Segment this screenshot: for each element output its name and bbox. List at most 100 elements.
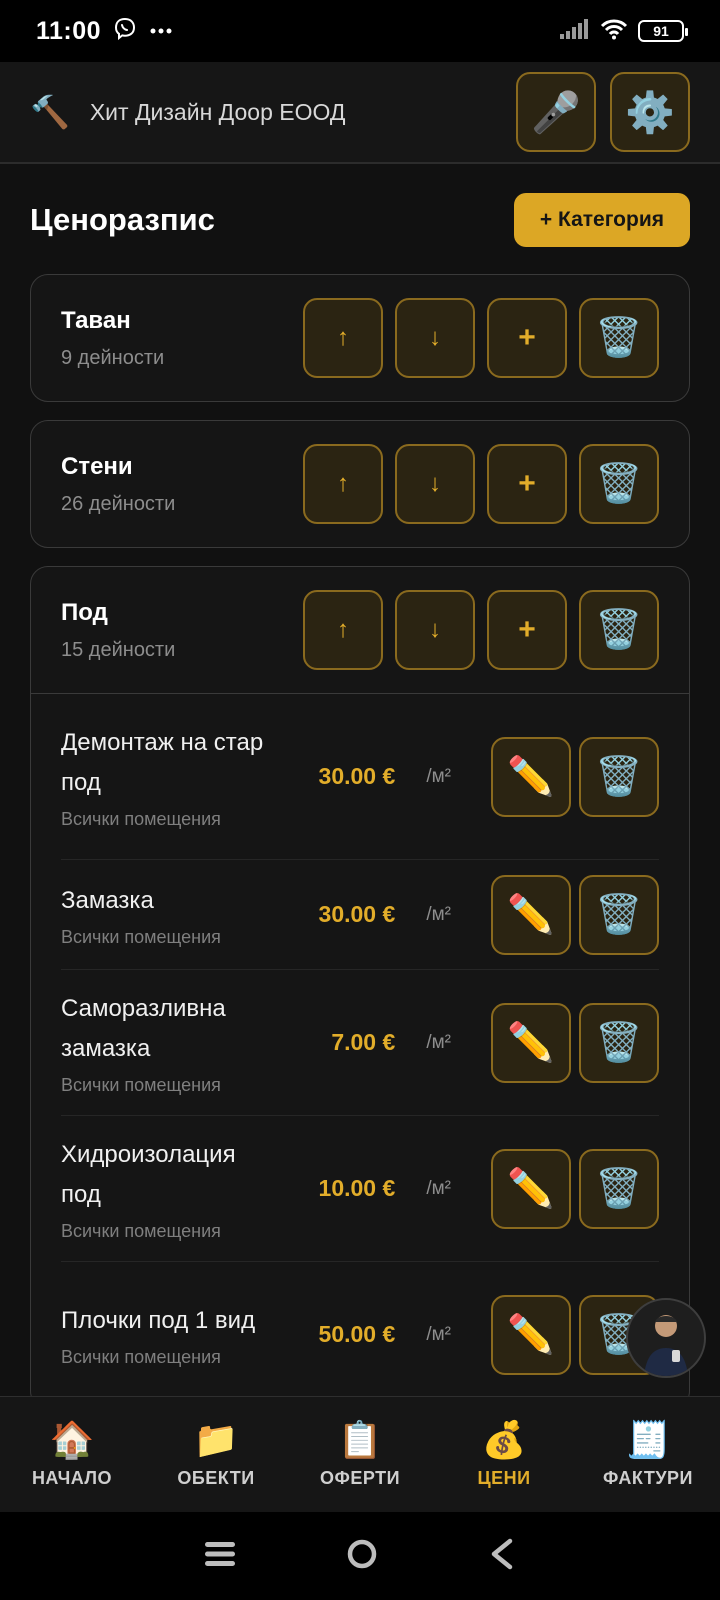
home-circle-icon[interactable]	[346, 1538, 378, 1575]
category-name: Стени	[61, 452, 133, 480]
delete-item-button[interactable]: 🗑️	[579, 1002, 659, 1083]
category-header[interactable]: Таван 9 дейности ↑ ↓ + 🗑️	[31, 275, 689, 401]
item-name: Саморазливна замазка	[61, 995, 226, 1062]
company-name[interactable]: Хит Дизайн Доор ЕООД	[90, 99, 346, 126]
list-item: Саморазливна замазка Всички помещения 7.…	[61, 970, 659, 1116]
nav-prices[interactable]: 💰 ЦЕНИ	[432, 1397, 576, 1512]
nav-label: ЦЕНИ	[477, 1468, 531, 1488]
gear-icon: ⚙️	[625, 90, 675, 135]
move-up-button[interactable]: ↑	[303, 298, 383, 378]
move-up-button[interactable]: ↑	[303, 444, 383, 524]
move-down-button[interactable]: ↓	[395, 444, 475, 524]
pencil-icon: ✏️	[507, 1167, 555, 1210]
microphone-icon: 🎤	[531, 90, 581, 135]
settings-button[interactable]: ⚙️	[610, 72, 690, 152]
trash-icon: 🗑️	[595, 609, 643, 651]
category-header[interactable]: Стени 26 дейности ↑ ↓ + 🗑️	[31, 421, 689, 547]
clipboard-icon: 📋	[337, 1419, 383, 1460]
edit-item-button[interactable]: ✏️	[491, 1294, 571, 1375]
trash-icon: 🗑️	[595, 317, 643, 359]
item-scope: Всички помещения	[61, 1221, 221, 1241]
move-down-button[interactable]: ↓	[395, 590, 475, 670]
category-name: Таван	[61, 306, 131, 334]
folder-icon: 📁	[193, 1419, 239, 1460]
pencil-icon: ✏️	[507, 1313, 555, 1356]
page-title: Ценоразпис	[30, 202, 215, 237]
arrow-up-icon: ↑	[337, 470, 349, 497]
category-header[interactable]: Под 15 дейности ↑ ↓ + 🗑️	[31, 567, 689, 693]
item-scope: Всички помещения	[61, 809, 221, 829]
receipt-icon: 🧾	[625, 1419, 671, 1460]
status-time: 11:00	[36, 16, 102, 45]
edit-item-button[interactable]: ✏️	[491, 736, 571, 817]
viber-icon	[113, 17, 137, 46]
category-count: 15 дейности	[61, 638, 176, 661]
item-unit: /м²	[426, 1177, 451, 1199]
item-unit: /м²	[426, 765, 451, 787]
nav-label: ОФЕРТИ	[319, 1468, 401, 1488]
delete-category-button[interactable]: 🗑️	[579, 298, 659, 378]
more-dots-icon	[149, 22, 173, 40]
signal-icon	[560, 18, 590, 44]
item-name: Демонтаж на стар под	[61, 729, 264, 796]
add-item-button[interactable]: +	[487, 298, 567, 378]
battery-level: 91	[653, 23, 669, 39]
item-name: Плочки под 1 вид	[61, 1307, 256, 1334]
item-price: 30.00 €	[318, 901, 396, 927]
delete-item-button[interactable]: 🗑️	[579, 1148, 659, 1229]
back-icon[interactable]	[488, 1538, 516, 1575]
list-item: Плочки под 1 вид Всички помещения 50.00 …	[61, 1262, 659, 1396]
trash-icon: 🗑️	[595, 463, 643, 505]
person-icon	[644, 1315, 688, 1376]
microphone-button[interactable]: 🎤	[516, 72, 596, 152]
pencil-icon: ✏️	[507, 1021, 555, 1064]
category-card: Таван 9 дейности ↑ ↓ + 🗑️	[30, 274, 690, 402]
item-unit: /м²	[426, 1323, 451, 1345]
trash-icon: 🗑️	[595, 1167, 643, 1210]
trash-icon: 🗑️	[595, 755, 643, 798]
nav-label: ФАКТУРИ	[603, 1468, 693, 1488]
pencil-icon: ✏️	[507, 755, 555, 798]
plus-icon: +	[518, 321, 536, 354]
delete-item-button[interactable]: 🗑️	[579, 736, 659, 817]
item-name: Хидроизолация под	[61, 1141, 236, 1208]
move-up-button[interactable]: ↑	[303, 590, 383, 670]
delete-category-button[interactable]: 🗑️	[579, 590, 659, 670]
delete-item-button[interactable]: 🗑️	[579, 874, 659, 955]
delete-category-button[interactable]: 🗑️	[579, 444, 659, 524]
item-price: 10.00 €	[318, 1175, 396, 1201]
category-count: 26 дейности	[61, 492, 176, 515]
item-list: Демонтаж на стар под Всички помещения 30…	[31, 693, 689, 1396]
nav-offers[interactable]: 📋 ОФЕРТИ	[288, 1397, 432, 1512]
item-price: 30.00 €	[318, 763, 396, 789]
move-down-button[interactable]: ↓	[395, 298, 475, 378]
item-price: 7.00 €	[331, 1029, 396, 1055]
edit-item-button[interactable]: ✏️	[491, 1002, 571, 1083]
price-list-content[interactable]: Ценоразпис + Категория Таван 9 дейности …	[0, 166, 720, 1396]
status-bar: 11:00 91	[0, 0, 720, 62]
wifi-icon	[600, 18, 628, 45]
category-card-expanded: Под 15 дейности ↑ ↓ + 🗑️ Демонтаж на ста…	[30, 566, 690, 1396]
item-scope: Всички помещения	[61, 1347, 221, 1367]
edit-item-button[interactable]: ✏️	[491, 1148, 571, 1229]
nav-home[interactable]: 🏠 НАЧАЛО	[0, 1397, 144, 1512]
item-name: Замазка	[61, 887, 154, 914]
add-item-button[interactable]: +	[487, 590, 567, 670]
assistant-avatar[interactable]	[626, 1298, 706, 1378]
plus-icon: +	[518, 467, 536, 500]
edit-item-button[interactable]: ✏️	[491, 874, 571, 955]
item-price: 50.00 €	[318, 1321, 396, 1347]
item-unit: /м²	[426, 1031, 451, 1053]
category-name: Под	[61, 598, 108, 626]
item-scope: Всички помещения	[61, 927, 221, 947]
house-icon: 🏠	[49, 1419, 95, 1460]
nav-objects[interactable]: 📁 ОБЕКТИ	[144, 1397, 288, 1512]
battery-icon: 91	[638, 20, 688, 42]
pencil-icon: ✏️	[507, 893, 555, 936]
menu-icon[interactable]	[204, 1540, 236, 1573]
trash-icon: 🗑️	[595, 1021, 643, 1064]
add-category-button[interactable]: + Категория	[513, 193, 690, 247]
list-item: Замазка Всички помещения 30.00 € /м² ✏️ …	[61, 860, 659, 970]
nav-invoices[interactable]: 🧾 ФАКТУРИ	[576, 1397, 720, 1512]
add-item-button[interactable]: +	[487, 444, 567, 524]
